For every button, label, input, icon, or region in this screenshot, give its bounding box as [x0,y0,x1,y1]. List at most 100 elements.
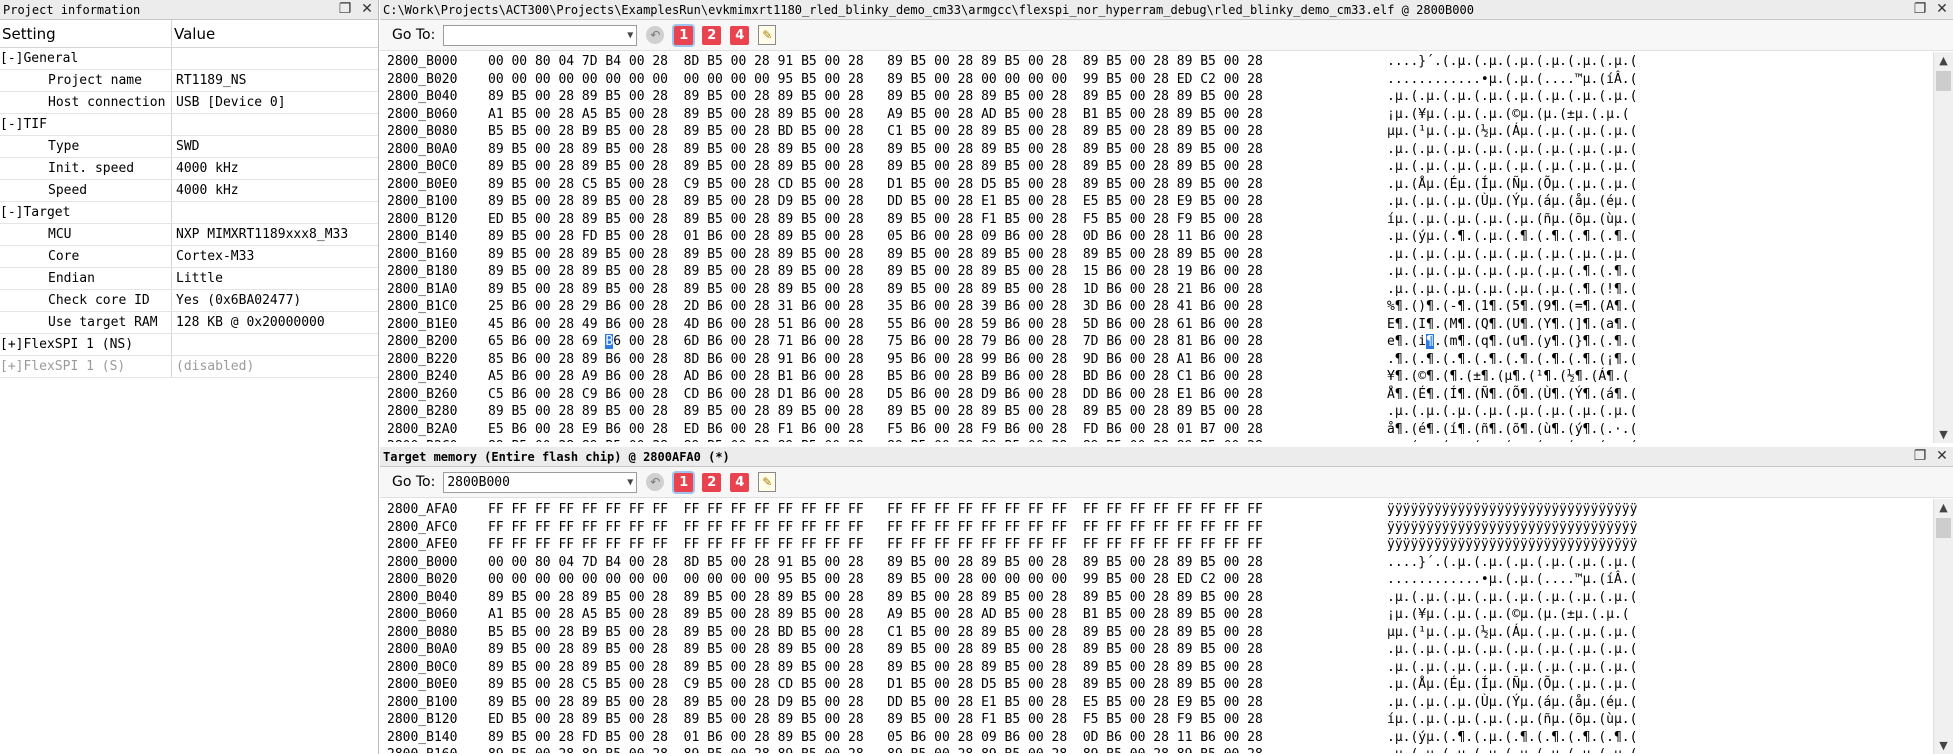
byte-width-1-button[interactable]: 1 [674,472,694,492]
tree-setting-row[interactable]: Check core ID Yes (0x6BA02477) [0,290,378,312]
setting-label: General [23,51,79,66]
back-button[interactable]: ↶ [645,25,665,45]
tree-group-row[interactable]: [+]FlexSPI 1 (S) (disabled) [0,356,378,378]
restore-window-icon[interactable]: ❐ [1912,448,1928,465]
file-pane-scrollbar[interactable]: ▲ ▼ [1933,52,1953,443]
column-header-setting[interactable]: Setting [0,20,172,47]
hex-dump-row[interactable]: 2800_B100 89 B5 00 28 89 B5 00 28 89 B5 0… [380,193,1953,211]
hex-dump-row[interactable]: 2800_B080 B5 B5 00 28 B9 B5 00 28 89 B5 0… [380,624,1953,642]
row-hex-bytes: 00 00 80 04 7D B4 00 28 8D B5 00 28 91 B… [488,554,1263,570]
setting-label: Project name [48,73,142,88]
hex-dump-row[interactable]: 2800_B1C0 25 B6 00 28 29 B6 00 28 2D B6 0… [380,298,1953,316]
hex-dump-row[interactable]: 2800_B160 89 B5 00 28 89 B5 00 28 89 B5 0… [380,746,1953,753]
scrollbar-thumb[interactable] [1936,518,1951,538]
hex-dump-row[interactable]: 2800_B220 85 B6 00 28 89 B6 00 28 8D B6 0… [380,351,1953,369]
close-icon[interactable]: ✕ [1934,448,1950,465]
tree-group-row[interactable]: [-]General [0,48,378,70]
hex-dump-row[interactable]: 2800_B0A0 89 B5 00 28 89 B5 00 28 89 B5 0… [380,141,1953,159]
chevron-down-icon[interactable]: ▼ [627,473,633,492]
target-pane-scrollbar[interactable]: ▲ ▼ [1933,499,1953,754]
hex-dump-row[interactable]: 2800_B1A0 89 B5 00 28 89 B5 00 28 89 B5 0… [380,281,1953,299]
row-hex-bytes: 89 B5 00 28 89 B5 00 28 89 B5 00 28 89 B… [488,264,1263,279]
hex-dump-row[interactable]: 2800_B0E0 89 B5 00 28 C5 B5 00 28 C9 B5 0… [380,676,1953,694]
target-pane-title: Target memory (Entire flash chip) @ 2800… [383,450,730,464]
byte-width-4-button[interactable]: 4 [730,25,750,45]
row-ascii: ÿÿÿÿÿÿÿÿÿÿÿÿÿÿÿÿÿÿÿÿÿÿÿÿÿÿÿÿÿÿÿÿ [1387,502,1638,517]
restore-window-icon[interactable]: ❐ [337,1,353,18]
tree-setting-row[interactable]: Init. speed 4000 kHz [0,158,378,180]
hex-dump-row[interactable]: 2800_B280 89 B5 00 28 89 B5 00 28 89 B5 0… [380,403,1953,421]
close-icon[interactable]: ✕ [1934,1,1950,18]
scroll-up-icon[interactable]: ▲ [1934,499,1953,516]
expand-toggle-icon[interactable]: [-] [0,117,23,132]
scroll-down-icon[interactable]: ▼ [1934,737,1953,754]
byte-width-2-button[interactable]: 2 [702,472,722,492]
tree-group-row[interactable]: [+]FlexSPI 1 (NS) [0,334,378,356]
hex-dump-row[interactable]: 2800_B120 ED B5 00 28 89 B5 00 28 89 B5 0… [380,711,1953,729]
goto-address-combo[interactable]: ▼ [443,24,638,46]
hex-dump-row[interactable]: 2800_B040 89 B5 00 28 89 B5 00 28 89 B5 0… [380,88,1953,106]
hex-dump-row[interactable]: 2800_B000 00 00 80 04 7D B4 00 28 8D B5 0… [380,554,1953,572]
expand-toggle-icon[interactable]: [-] [0,51,23,66]
back-button[interactable]: ↶ [645,472,665,492]
hex-dump-row[interactable]: 2800_B1E0 45 B6 00 28 49 B6 00 28 4D B6 0… [380,316,1953,334]
hex-dump-row[interactable]: 2800_B200 65 B6 00 28 69 B6 00 28 6D B6 0… [380,333,1953,351]
hex-dump-row[interactable]: 2800_AFC0 FF FF FF FF FF FF FF FF FF FF F… [380,519,1953,537]
expand-toggle-icon[interactable]: [+] [0,359,23,374]
hex-dump-row[interactable]: 2800_B080 B5 B5 00 28 B9 B5 00 28 89 B5 0… [380,123,1953,141]
hex-dump-row[interactable]: 2800_B120 ED B5 00 28 89 B5 00 28 89 B5 0… [380,211,1953,229]
hex-dump-row[interactable]: 2800_B020 00 00 00 00 00 00 00 00 00 00 0… [380,71,1953,89]
hex-dump-row[interactable]: 2800_B180 89 B5 00 28 89 B5 00 28 89 B5 0… [380,263,1953,281]
row-address: 2800_B1C0 [387,299,458,314]
hex-dump-row[interactable]: 2800_B2A0 E5 B6 00 28 E9 B6 00 28 ED B6 0… [380,421,1953,439]
tree-setting-row[interactable]: Project name RT1189_NS [0,70,378,92]
hex-dump-row[interactable]: 2800_B060 A1 B5 00 28 A5 B5 00 28 89 B5 0… [380,606,1953,624]
hex-dump-row[interactable]: 2800_B0C0 89 B5 00 28 89 B5 00 28 89 B5 0… [380,158,1953,176]
selected-char-cursor[interactable]: ¶ [1426,334,1434,349]
hex-dump-row[interactable]: 2800_B0A0 89 B5 00 28 89 B5 00 28 89 B5 0… [380,641,1953,659]
tree-setting-row[interactable]: Speed 4000 kHz [0,180,378,202]
hex-dump-row[interactable]: 2800_B140 89 B5 00 28 FD B5 00 28 01 B6 0… [380,228,1953,246]
goto-address-combo[interactable]: 2800B000 ▼ [443,471,638,493]
tree-group-row[interactable]: [-]TIF [0,114,378,136]
row-address: 2800_AFA0 [387,502,458,517]
hex-dump-row[interactable]: 2800_B2C0 89 B5 00 28 89 B5 00 28 89 B5 0… [380,438,1953,442]
tree-setting-row[interactable]: MCU NXP MIMXRT1189xxx8_M33 [0,224,378,246]
tree-setting-row[interactable]: Use target RAM 128 KB @ 0x20000000 [0,312,378,334]
scroll-down-icon[interactable]: ▼ [1934,426,1953,443]
tree-group-row[interactable]: [-]Target [0,202,378,224]
hex-dump-row[interactable]: 2800_B0C0 89 B5 00 28 89 B5 00 28 89 B5 0… [380,659,1953,677]
tree-setting-row[interactable]: Type SWD [0,136,378,158]
file-hex-dump[interactable]: 2800_B000 00 00 80 04 7D B4 00 28 8D B5 0… [380,51,1953,442]
scroll-up-icon[interactable]: ▲ [1934,52,1953,69]
hex-dump-row[interactable]: 2800_B140 89 B5 00 28 FD B5 00 28 01 B6 0… [380,729,1953,747]
hex-dump-row[interactable]: 2800_B240 A5 B6 00 28 A9 B6 00 28 AD B6 0… [380,368,1953,386]
tree-setting-row[interactable]: Host connection USB [Device 0] [0,92,378,114]
hex-dump-row[interactable]: 2800_B0E0 89 B5 00 28 C5 B5 00 28 C9 B5 0… [380,176,1953,194]
hex-dump-row[interactable]: 2800_B100 89 B5 00 28 89 B5 00 28 89 B5 0… [380,694,1953,712]
hex-dump-row[interactable]: 2800_B020 00 00 00 00 00 00 00 00 00 00 0… [380,571,1953,589]
column-header-value[interactable]: Value [172,20,378,47]
edit-button[interactable]: ✎ [757,472,777,492]
scrollbar-thumb[interactable] [1936,71,1951,91]
hex-dump-row[interactable]: 2800_B260 C5 B6 00 28 C9 B6 00 28 CD B6 0… [380,386,1953,404]
hex-dump-row[interactable]: 2800_B000 00 00 80 04 7D B4 00 28 8D B5 0… [380,53,1953,71]
expand-toggle-icon[interactable]: [-] [0,205,23,220]
edit-button[interactable]: ✎ [757,25,777,45]
selected-byte-cursor[interactable]: B [605,334,614,349]
byte-width-4-button[interactable]: 4 [730,472,750,492]
hex-dump-row[interactable]: 2800_AFA0 FF FF FF FF FF FF FF FF FF FF F… [380,501,1953,519]
tree-setting-row[interactable]: Core Cortex-M33 [0,246,378,268]
expand-toggle-icon[interactable]: [+] [0,337,23,352]
chevron-down-icon[interactable]: ▼ [627,26,633,45]
target-hex-dump[interactable]: 2800_AFA0 FF FF FF FF FF FF FF FF FF FF F… [380,498,1953,753]
byte-width-1-button[interactable]: 1 [674,25,694,45]
tree-setting-row[interactable]: Endian Little [0,268,378,290]
byte-width-2-button[interactable]: 2 [702,25,722,45]
hex-dump-row[interactable]: 2800_B160 89 B5 00 28 89 B5 00 28 89 B5 0… [380,246,1953,264]
close-icon[interactable]: ✕ [359,1,375,18]
hex-dump-row[interactable]: 2800_AFE0 FF FF FF FF FF FF FF FF FF FF F… [380,536,1953,554]
restore-window-icon[interactable]: ❐ [1912,1,1928,18]
hex-dump-row[interactable]: 2800_B040 89 B5 00 28 89 B5 00 28 89 B5 0… [380,589,1953,607]
hex-dump-row[interactable]: 2800_B060 A1 B5 00 28 A5 B5 00 28 89 B5 0… [380,106,1953,124]
